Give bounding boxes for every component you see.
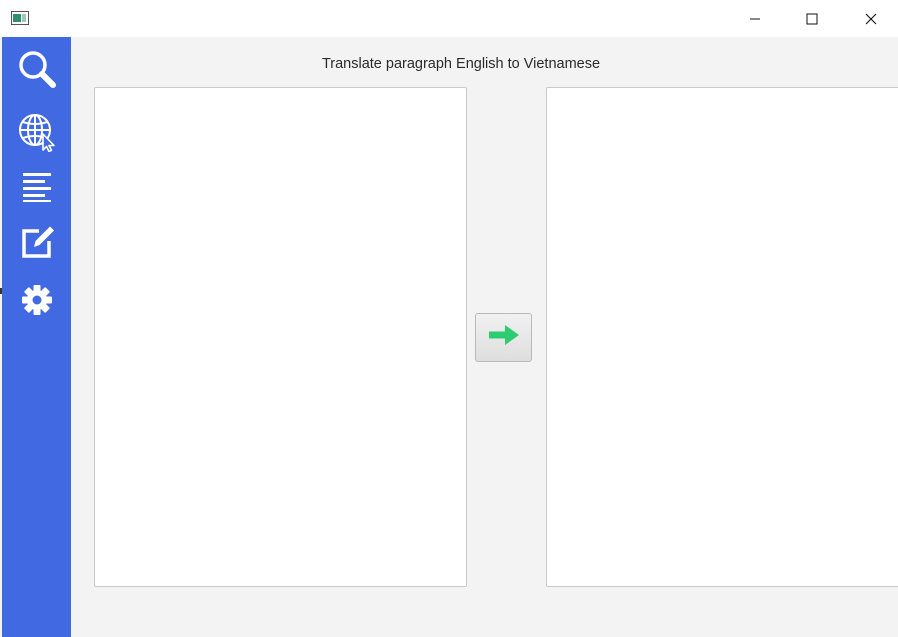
page-title: Translate paragraph English to Vietnames… [321, 56, 601, 72]
source-text-area[interactable] [94, 87, 467, 587]
edit-icon [19, 225, 55, 266]
align-left-icon [21, 170, 53, 207]
sidebar [2, 37, 71, 637]
maximize-icon [806, 13, 818, 25]
maximize-button[interactable] [789, 0, 835, 37]
app-icon [11, 11, 29, 25]
globe-cursor-icon [17, 112, 57, 157]
close-button[interactable] [848, 0, 894, 37]
gear-icon [20, 283, 54, 322]
minimize-button[interactable] [732, 0, 778, 37]
close-icon [865, 13, 877, 25]
sidebar-item-edit[interactable] [16, 225, 58, 265]
target-text-area[interactable] [546, 87, 898, 587]
title-bar [0, 0, 898, 37]
sidebar-item-paragraph[interactable] [16, 168, 58, 208]
sidebar-item-web[interactable] [16, 112, 58, 157]
arrow-right-icon [488, 324, 520, 351]
sidebar-item-search[interactable] [16, 49, 58, 94]
search-icon [17, 49, 57, 94]
minimize-icon [749, 13, 761, 25]
sidebar-item-settings[interactable] [16, 282, 58, 322]
translate-button[interactable] [475, 313, 532, 362]
